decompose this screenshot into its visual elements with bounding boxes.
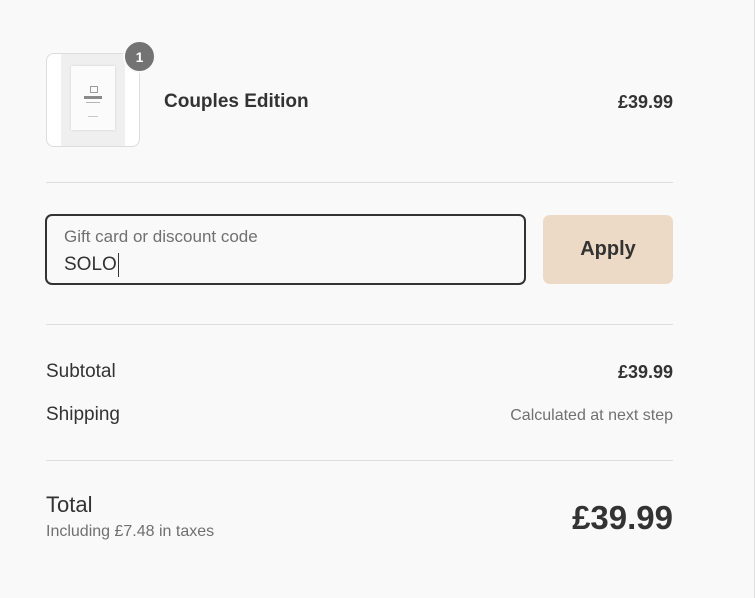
discount-code-value[interactable]: SOLO xyxy=(64,253,119,277)
discount-code-label: Gift card or discount code xyxy=(64,227,258,246)
product-name: Couples Edition xyxy=(164,91,309,112)
total-value: £39.99 xyxy=(572,499,673,536)
divider xyxy=(46,182,673,183)
shipping-label: Shipping xyxy=(46,404,120,425)
product-price: £39.99 xyxy=(617,92,673,112)
tax-note: Including £7.48 in taxes xyxy=(46,523,215,540)
shipping-value: Calculated at next step xyxy=(510,407,673,424)
card-subtitle-mark xyxy=(86,102,100,103)
subtotal-value: £39.99 xyxy=(617,362,673,382)
card-footer-mark xyxy=(88,116,98,117)
divider xyxy=(46,460,673,461)
subtotal-label: Subtotal xyxy=(46,361,116,382)
order-line-item: 1 Couples Edition £39.99 xyxy=(46,40,673,150)
product-card-face xyxy=(71,66,115,130)
camera-icon xyxy=(90,86,98,93)
discount-code-input[interactable]: Gift card or discount code SOLO xyxy=(45,214,526,285)
quantity-badge: 1 xyxy=(123,40,156,73)
total-label: Total xyxy=(46,492,93,517)
divider xyxy=(46,324,673,325)
card-title-mark xyxy=(84,96,102,99)
apply-button[interactable]: Apply xyxy=(543,215,673,284)
product-card-image xyxy=(61,54,125,146)
